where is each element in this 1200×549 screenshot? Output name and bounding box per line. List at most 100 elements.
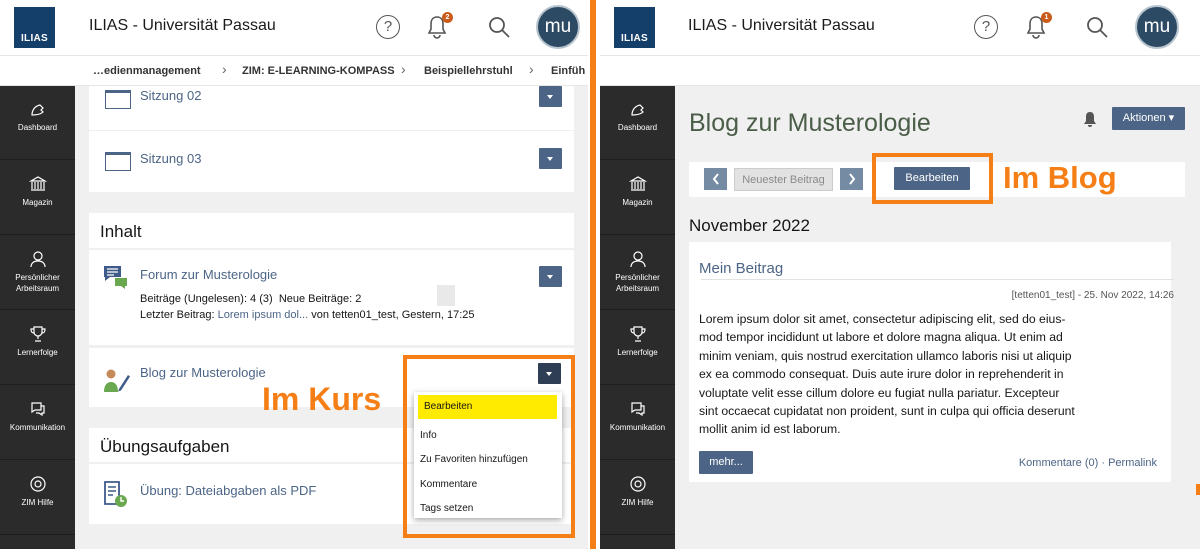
app-title: ILIAS - Universität Passau	[89, 17, 276, 34]
blog-icon	[104, 369, 130, 392]
library-icon	[28, 176, 47, 191]
callout-label: Im Kurs	[262, 381, 382, 417]
chat-icon	[630, 402, 645, 417]
folder-title[interactable]: Sitzung 03	[140, 151, 201, 166]
next-button[interactable]	[840, 168, 863, 190]
actions-dropdown-button[interactable]	[539, 86, 562, 107]
sidebar-item-label: ZIM Hilfe	[621, 498, 654, 507]
placeholder-box	[437, 285, 455, 306]
post-title[interactable]: Mein Beitrag	[699, 260, 783, 277]
sidebar-item-lernerfolge[interactable]: Lernerfolge	[0, 311, 75, 385]
person-icon	[29, 251, 46, 268]
person-icon	[629, 251, 646, 268]
search-icon[interactable]	[487, 15, 511, 39]
ilias-logo[interactable]: ILIAS	[14, 7, 55, 48]
exercise-title[interactable]: Übung: Dateiabgaben als PDF	[140, 483, 318, 498]
ilias-logo[interactable]: ILIAS	[614, 7, 655, 48]
sidebar-item-help[interactable]: ZIM Hilfe	[600, 461, 675, 535]
month-header: November 2022	[689, 216, 810, 235]
blog-post: Mein Beitrag [tetten01_test] - 25. Nov 2…	[689, 242, 1174, 482]
chevron-left-icon	[712, 173, 719, 185]
chat-icon	[30, 402, 45, 417]
chevron-right-icon: ›	[222, 61, 227, 77]
breadcrumb: …edienmanagement › ZIM: E-LEARNING-KOMPA…	[0, 56, 588, 86]
sidebar-item-dashboard[interactable]: Dashboard	[0, 86, 75, 160]
app-title: ILIAS - Universität Passau	[688, 17, 875, 34]
sidebar-item-lernerfolge[interactable]: Lernerfolge	[600, 311, 675, 385]
notification-badge: 1	[1041, 12, 1052, 23]
chevron-right-icon: ›	[401, 61, 406, 77]
sidebar-item-magazin[interactable]: Magazin	[0, 161, 75, 235]
sidebar-item-label: Lernerfolge	[17, 348, 58, 357]
sidebar-item-workspace[interactable]: Persönlicher Arbeitsraum	[600, 236, 675, 310]
forum-properties: Beiträge (Ungelesen): 4 (3) Neue Beiträg…	[140, 293, 475, 321]
previous-button[interactable]	[704, 168, 727, 190]
avatar[interactable]: mu	[1135, 5, 1179, 49]
list-item[interactable]: Sitzung 03	[89, 131, 574, 192]
section-header: Inhalt	[89, 213, 574, 248]
actions-dropdown-button[interactable]	[539, 266, 562, 287]
chevron-right-icon: ›	[529, 61, 534, 77]
breadcrumb-item[interactable]: Beispiellehrstuhl	[424, 65, 513, 77]
post-links: Kommentare (0) · Permalink	[1018, 457, 1157, 469]
comments-link[interactable]: Kommentare (0)	[1019, 457, 1098, 469]
post-meta: [tetten01_test] - 25. Nov 2022, 14:26	[1011, 290, 1174, 301]
exercise-icon	[104, 481, 127, 507]
sidebar-item-label: Magazin	[622, 198, 653, 207]
sidebar-item-workspace[interactable]: Persönlicher Arbeitsraum	[0, 236, 75, 310]
notification-badge: 2	[442, 12, 453, 23]
sidebar: Dashboard Magazin Persönlicher Arbeitsra…	[0, 86, 75, 549]
notifications-icon[interactable]: 2	[426, 12, 453, 39]
divider	[701, 279, 1174, 280]
sidebar-item-magazin[interactable]: Magazin	[600, 161, 675, 235]
sidebar-item-kommunikation[interactable]: Kommunikation	[600, 386, 675, 460]
list-item[interactable]: Forum zur Musterologie Beiträge (Ungeles…	[89, 250, 574, 345]
scroll-marker	[1196, 484, 1200, 495]
actions-dropdown-button[interactable]	[539, 148, 562, 169]
avatar[interactable]: mu	[536, 5, 580, 49]
permalink-link[interactable]: Permalink	[1108, 457, 1157, 469]
lifebuoy-icon	[29, 476, 46, 492]
sidebar-item-label: Persönlicher Arbeitsraum	[615, 273, 660, 293]
breadcrumb-item[interactable]: ZIM: E-LEARNING-KOMPASS	[242, 65, 395, 77]
blog-title[interactable]: Blog zur Musterologie	[140, 365, 266, 380]
chevron-right-icon	[848, 173, 855, 185]
trophy-icon	[29, 326, 46, 342]
folder-title[interactable]: Sitzung 02	[140, 88, 201, 103]
sidebar-item-label: Lernerfolge	[617, 348, 658, 357]
sidebar-item-kommunikation[interactable]: Kommunikation	[0, 386, 75, 460]
search-icon[interactable]	[1085, 15, 1109, 39]
forum-title[interactable]: Forum zur Musterologie	[140, 267, 277, 282]
highlight-frame	[403, 355, 575, 538]
breadcrumb	[600, 56, 1200, 86]
callout-label: Im Blog	[1003, 160, 1117, 195]
newest-post-button[interactable]: Neuester Beitrag	[734, 168, 833, 191]
breadcrumb-item[interactable]: …edienmanagement	[93, 65, 201, 77]
forum-icon	[104, 266, 127, 289]
help-icon[interactable]: ?	[974, 15, 998, 39]
section-title: Inhalt	[100, 222, 142, 241]
more-button[interactable]: mehr...	[699, 451, 753, 474]
bell-icon	[1084, 112, 1096, 127]
notifications-icon[interactable]: 1	[1025, 12, 1052, 39]
sidebar-item-label: Kommunikation	[9, 423, 66, 432]
lifebuoy-icon	[629, 476, 646, 492]
post-body: Lorem ipsum dolor sit amet, consectetur …	[699, 312, 1075, 437]
folder-icon	[105, 152, 131, 171]
highlight-frame	[872, 153, 993, 204]
page-title: Blog zur Musterologie	[689, 109, 931, 137]
dashboard-icon	[30, 104, 44, 116]
last-post-link[interactable]: Lorem ipsum dol...	[218, 309, 308, 321]
list-item[interactable]: Sitzung 02	[89, 86, 574, 130]
sidebar-item-dashboard[interactable]: Dashboard	[600, 86, 675, 160]
help-icon[interactable]: ?	[376, 15, 400, 39]
breadcrumb-item[interactable]: Einfüh	[551, 65, 585, 77]
sidebar: Dashboard Magazin Persönlicher Arbeitsra…	[600, 86, 675, 549]
library-icon	[628, 176, 647, 191]
section-title: Übungsaufgaben	[100, 437, 230, 456]
actions-button[interactable]: Aktionen ▾	[1112, 107, 1185, 130]
header: ILIAS ILIAS - Universität Passau ? 1 mu	[600, 0, 1200, 56]
sidebar-item-label: ZIM Hilfe	[21, 498, 54, 507]
sidebar-item-label: Magazin	[22, 198, 53, 207]
sidebar-item-help[interactable]: ZIM Hilfe	[0, 461, 75, 535]
